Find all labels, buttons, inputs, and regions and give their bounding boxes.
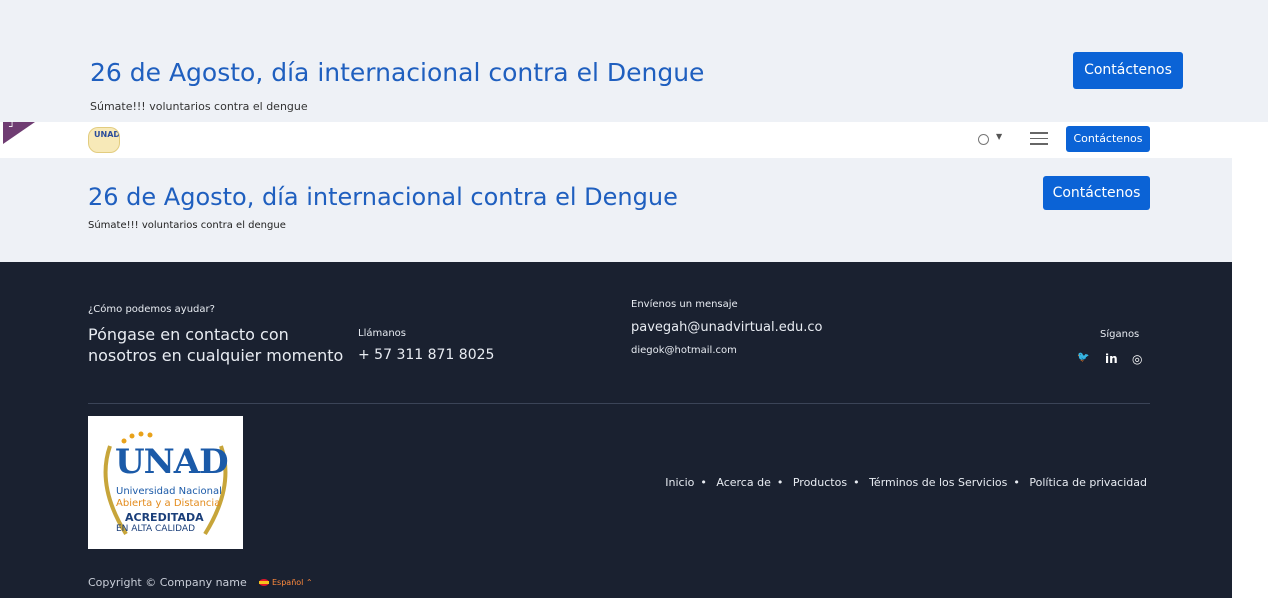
logo-line-2: Abierta y a Distancia <box>116 498 221 509</box>
email-secondary[interactable]: diegok@hotmail.com <box>631 345 737 356</box>
instagram-icon[interactable]: ◎ <box>1132 352 1142 366</box>
call-label: Llámanos <box>358 328 407 339</box>
hamburger-menu-icon[interactable] <box>1030 132 1048 146</box>
top-contact-button[interactable]: Contáctenos <box>1073 52 1183 89</box>
corner-ribbon <box>3 122 35 144</box>
link-productos[interactable]: Productos <box>793 476 847 489</box>
spain-flag-icon <box>259 579 269 586</box>
hero-subtitle: Súmate!!! voluntarios contra el dengue <box>88 220 286 231</box>
logo-line-3: ACREDITADA <box>125 511 204 524</box>
footer-divider <box>88 403 1150 404</box>
logo-brand: UNAD <box>115 442 229 482</box>
logo-line-4: EN ALTA CALIDAD <box>116 524 195 534</box>
logo-line-1: Universidad Nacional <box>116 486 222 497</box>
footer-links: Inicio • Acerca de • Productos • Términos d… <box>665 476 1147 489</box>
navbar-logo-text: UNAD <box>94 130 120 139</box>
hero-contact-button[interactable]: Contáctenos <box>1043 176 1150 210</box>
hero-title: 26 de Agosto, día internacional contra e… <box>88 183 678 211</box>
help-line-2: nosotros en cualquier momento <box>88 346 344 365</box>
chevron-down-icon[interactable]: ▼ <box>996 132 1002 141</box>
unad-logo: UNAD Universidad Nacional Abierta y a Di… <box>88 416 243 549</box>
link-privacidad[interactable]: Política de privacidad <box>1029 476 1147 489</box>
link-inicio[interactable]: Inicio <box>665 476 694 489</box>
language-selector[interactable]: Español ⌃ <box>259 578 313 587</box>
help-line-1: Póngase en contacto con <box>88 325 289 344</box>
copyright: Copyright © Company name <box>88 576 247 589</box>
language-label: Español ⌃ <box>272 578 313 587</box>
email-primary[interactable]: pavegah@unadvirtual.edu.co <box>631 320 822 335</box>
twitter-icon[interactable]: 🐦 <box>1077 352 1089 363</box>
follow-label: Síganos <box>1100 329 1140 340</box>
phone-number[interactable]: + 57 311 871 8025 <box>358 347 494 363</box>
corner-mark: ┘ <box>9 122 16 133</box>
message-label: Envíenos un mensaje <box>631 299 738 310</box>
user-icon[interactable] <box>978 134 989 145</box>
link-acerca[interactable]: Acerca de <box>716 476 770 489</box>
top-hero-subtitle: Súmate!!! voluntarios contra el dengue <box>90 100 308 113</box>
top-hero-title: 26 de Agosto, día internacional contra e… <box>90 58 705 87</box>
navbar-logo[interactable]: UNAD <box>88 127 120 153</box>
link-terminos[interactable]: Términos de los Servicios <box>869 476 1007 489</box>
linkedin-icon[interactable]: in <box>1105 352 1118 366</box>
help-label: ¿Cómo podemos ayudar? <box>88 304 215 315</box>
navbar-contact-button[interactable]: Contáctenos <box>1066 126 1150 152</box>
